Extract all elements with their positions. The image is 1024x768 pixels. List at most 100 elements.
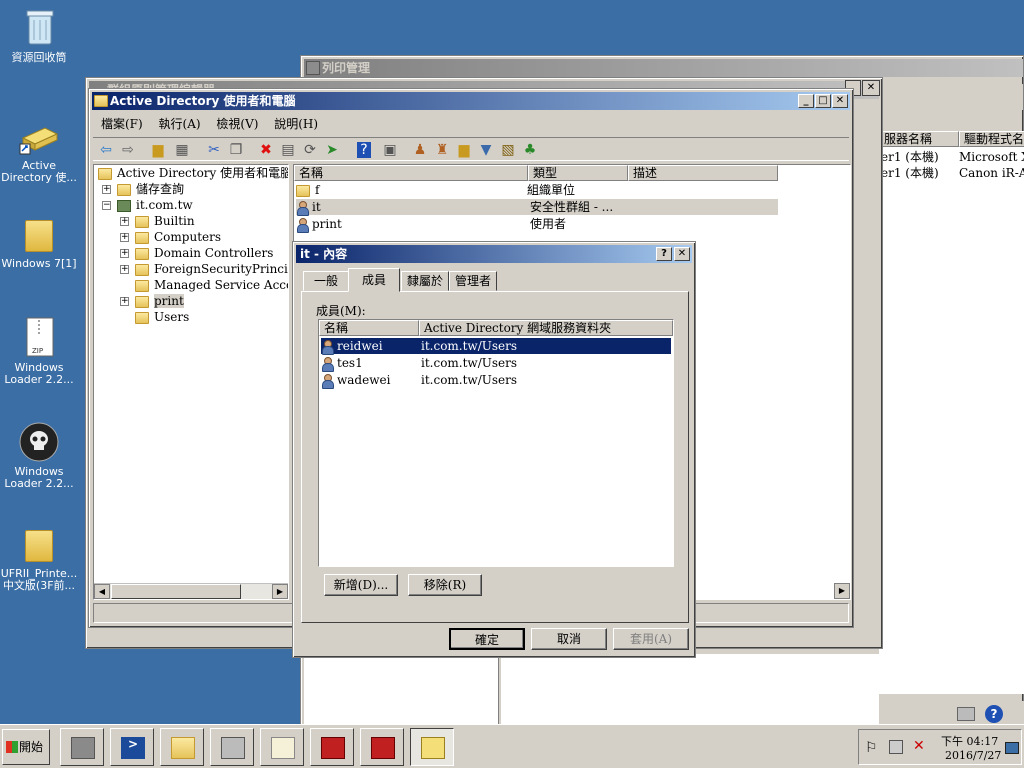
powershell-task[interactable]: > <box>110 728 154 766</box>
keyboard-icon[interactable] <box>957 707 975 721</box>
new-user-icon[interactable]: ♟ <box>411 141 429 159</box>
it-properties-dialog[interactable]: it - 內容 ? ✕ 一般 成員 隸屬於 管理者 成員(M): 名稱 Acti… <box>292 241 696 658</box>
column-header-driver[interactable]: 驅動程式名 <box>959 131 1024 147</box>
flag-icon[interactable]: ⚐ <box>865 740 878 756</box>
column-header-name[interactable]: 名稱 <box>294 165 528 181</box>
tab-member-of[interactable]: 隸屬於 <box>401 271 449 291</box>
expand-icon[interactable]: + <box>120 233 129 242</box>
forward-arrow-icon[interactable]: ⇨ <box>119 141 137 159</box>
volume-muted-icon[interactable]: ✕ <box>913 738 925 754</box>
column-header-type[interactable]: 類型 <box>528 165 628 181</box>
toolbox-task-2[interactable] <box>360 728 404 766</box>
collapse-icon[interactable]: − <box>102 201 111 210</box>
show-desktop-icon[interactable] <box>1005 742 1019 754</box>
help-icon[interactable]: ? <box>357 142 371 158</box>
scroll-left-icon[interactable]: ◀ <box>94 584 110 599</box>
table-row[interactable]: er1 (本機)Canon iR-AI <box>881 165 1024 181</box>
filter-icon[interactable]: ▼ <box>477 141 495 159</box>
expand-icon[interactable]: + <box>102 185 111 194</box>
print-list[interactable]: 服器名稱 驅動程式名 er1 (本機)Microsoft XI er1 (本機)… <box>879 131 1024 694</box>
expand-icon[interactable]: + <box>120 265 129 274</box>
tree-item-foreign-security[interactable]: +ForeignSecurityPrincipals <box>120 261 288 277</box>
list-hscrollbar[interactable]: ▶ <box>834 583 850 599</box>
ad-shortcut-icon[interactable]: Active Directory 使... <box>0 114 78 184</box>
properties-icon[interactable]: ▤ <box>279 141 297 159</box>
members-list[interactable]: 名稱 Active Directory 網域服務資料夾 reidwei it.co… <box>318 319 674 567</box>
list-item[interactable]: it 安全性群組 - ... <box>296 199 778 216</box>
tree-item-users[interactable]: Users <box>135 309 189 325</box>
column-header-description[interactable]: 描述 <box>628 165 778 181</box>
toolbox-task-1[interactable] <box>310 728 354 766</box>
up-folder-icon[interactable]: ▆ <box>149 141 167 159</box>
column-header-folder[interactable]: Active Directory 網域服務資料夾 <box>419 320 673 336</box>
scroll-thumb[interactable] <box>111 584 241 599</box>
tree-item-builtin[interactable]: + Builtin <box>120 213 195 229</box>
add-member-button[interactable]: 新增(D)... <box>324 574 398 596</box>
windows-loader-zip-icon[interactable]: ZIP Windows Loader 2.2... <box>0 316 78 386</box>
tree-root[interactable]: Active Directory 使用者和電腦 [se <box>98 165 288 181</box>
list-item[interactable]: print 使用者 <box>296 216 778 233</box>
member-row[interactable]: reidwei it.com.tw/Users <box>321 338 671 355</box>
explorer-task[interactable] <box>160 728 204 766</box>
tab-general[interactable]: 一般 <box>303 271 349 291</box>
server-manager-task[interactable] <box>60 728 104 766</box>
show-tree-icon[interactable]: ▦ <box>173 141 191 159</box>
ufrii-printer-folder-icon[interactable]: UFRII_Printe... 中文版(3F前... <box>0 522 78 592</box>
member-row[interactable]: tes1 it.com.tw/Users <box>321 355 671 372</box>
tree-item-print[interactable]: + print <box>120 293 184 309</box>
windows-loader-exe-icon[interactable]: Windows Loader 2.2... <box>0 420 78 490</box>
menu-action[interactable]: 執行(A) <box>153 115 207 133</box>
ad-task[interactable] <box>410 728 454 766</box>
tree-item-computers[interactable]: + Computers <box>120 229 221 245</box>
close-button[interactable]: ✕ <box>832 94 848 108</box>
notepad-task[interactable] <box>260 728 304 766</box>
ok-button[interactable]: 確定 <box>449 628 525 650</box>
scroll-right-icon[interactable]: ▶ <box>272 584 288 599</box>
column-header-name[interactable]: 名稱 <box>319 320 419 336</box>
windows7-folder-icon[interactable]: Windows 7[1] <box>0 212 78 270</box>
scroll-right-icon[interactable]: ▶ <box>839 586 845 595</box>
clock-time[interactable]: 下午 04:17 <box>941 733 998 749</box>
tab-members[interactable]: 成員 <box>348 268 400 292</box>
list-item[interactable]: f 組織單位 <box>296 182 778 198</box>
copy-icon[interactable]: ❐ <box>227 141 245 159</box>
expand-icon[interactable]: + <box>120 249 129 258</box>
tree-item-domain-controllers[interactable]: + Domain Controllers <box>120 245 273 261</box>
clock-date[interactable]: 2016/7/27 <box>945 749 1001 762</box>
network-icon[interactable] <box>889 740 903 754</box>
column-header-server[interactable]: 服器名稱 <box>879 131 959 147</box>
tab-managed-by[interactable]: 管理者 <box>449 271 497 291</box>
delete-icon[interactable]: ✖ <box>257 141 275 159</box>
find-icon[interactable]: ▧ <box>499 141 517 159</box>
tree-item-saved-queries[interactable]: + 儲存查詢 <box>102 181 184 197</box>
expand-icon[interactable]: + <box>120 297 129 306</box>
expand-icon[interactable]: + <box>120 217 129 226</box>
remove-member-button[interactable]: 移除(R) <box>408 574 482 596</box>
recycle-bin-icon[interactable]: 資源回收筒 <box>0 6 78 64</box>
maximize-button[interactable]: □ <box>815 94 831 108</box>
add-to-group-icon[interactable]: ♣ <box>521 141 539 159</box>
tree-hscrollbar[interactable]: ◀ ▶ <box>94 583 288 599</box>
cut-icon[interactable]: ✂ <box>205 141 223 159</box>
apply-button[interactable]: 套用(A) <box>613 628 689 650</box>
new-ou-icon[interactable]: ▆ <box>455 141 473 159</box>
refresh-icon[interactable]: ⟳ <box>301 141 319 159</box>
menu-help[interactable]: 說明(H) <box>268 115 324 133</box>
menu-view[interactable]: 檢視(V) <box>210 115 264 133</box>
close-icon[interactable]: ✕ <box>862 80 880 96</box>
tree-item-managed-service[interactable]: Managed Service Accounts <box>135 277 288 293</box>
help-icon[interactable]: ? <box>985 705 1003 723</box>
export-icon[interactable]: ➤ <box>323 141 341 159</box>
minimize-button[interactable]: _ <box>798 94 814 108</box>
new-group-icon[interactable]: ♜ <box>433 141 451 159</box>
tree-item-domain[interactable]: − it.com.tw <box>102 197 193 213</box>
close-button[interactable]: ✕ <box>674 247 690 261</box>
console-icon[interactable]: ▣ <box>381 141 399 159</box>
member-row[interactable]: wadewei it.com.tw/Users <box>321 372 671 389</box>
table-row[interactable]: er1 (本機)Microsoft XI <box>881 149 1024 165</box>
help-button[interactable]: ? <box>656 247 672 261</box>
cancel-button[interactable]: 取消 <box>531 628 607 650</box>
printer-task[interactable] <box>210 728 254 766</box>
menu-file[interactable]: 檔案(F) <box>95 115 149 133</box>
start-button[interactable]: 開始 <box>2 729 50 765</box>
